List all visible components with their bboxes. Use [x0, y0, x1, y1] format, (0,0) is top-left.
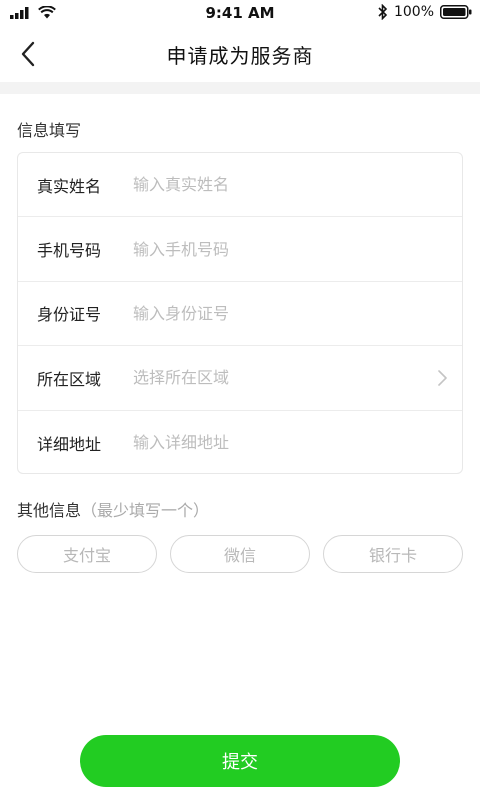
nav-bar: 申请成为服务商	[0, 26, 480, 82]
other-section-hint: （最少填写一个）	[81, 501, 210, 520]
form-row-phone: 手机号码	[18, 217, 462, 282]
status-bar: 9:41 AM 100%	[0, 0, 480, 26]
other-section-label: 其他信息	[17, 501, 82, 520]
info-form-card: 真实姓名 手机号码 身份证号 所在区域 详细地址	[17, 152, 463, 474]
wechat-option-button[interactable]: 微信	[170, 535, 310, 573]
payment-options: 支付宝 微信 银行卡	[17, 535, 463, 573]
battery-percent: 100%	[393, 4, 434, 20]
chevron-right-icon[interactable]	[432, 368, 452, 388]
battery-icon	[440, 5, 472, 19]
form-row-region[interactable]: 所在区域	[18, 346, 462, 411]
bluetooth-icon	[378, 4, 388, 20]
id-number-label: 身份证号	[37, 305, 102, 325]
status-right: 100%	[378, 4, 472, 20]
region-select[interactable]	[133, 368, 433, 388]
submit-button[interactable]: 提交	[80, 735, 400, 787]
phone-label: 手机号码	[37, 241, 102, 261]
address-label: 详细地址	[37, 434, 102, 454]
info-section-title: 信息填写	[17, 121, 82, 140]
form-row-id-number: 身份证号	[18, 282, 462, 347]
real-name-input[interactable]	[133, 175, 433, 195]
bank-card-option-button[interactable]: 银行卡	[323, 535, 463, 573]
other-section-title: 其他信息（最少填写一个）	[17, 497, 209, 521]
address-input[interactable]	[133, 433, 433, 453]
id-number-input[interactable]	[133, 303, 433, 323]
form-row-address: 详细地址	[18, 411, 462, 475]
phone-input[interactable]	[133, 239, 433, 259]
header-divider	[0, 82, 480, 94]
real-name-label: 真实姓名	[37, 176, 102, 196]
page-title: 申请成为服务商	[166, 44, 314, 68]
region-label: 所在区域	[37, 369, 102, 389]
alipay-option-button[interactable]: 支付宝	[17, 535, 157, 573]
form-row-real-name: 真实姓名	[18, 153, 462, 218]
